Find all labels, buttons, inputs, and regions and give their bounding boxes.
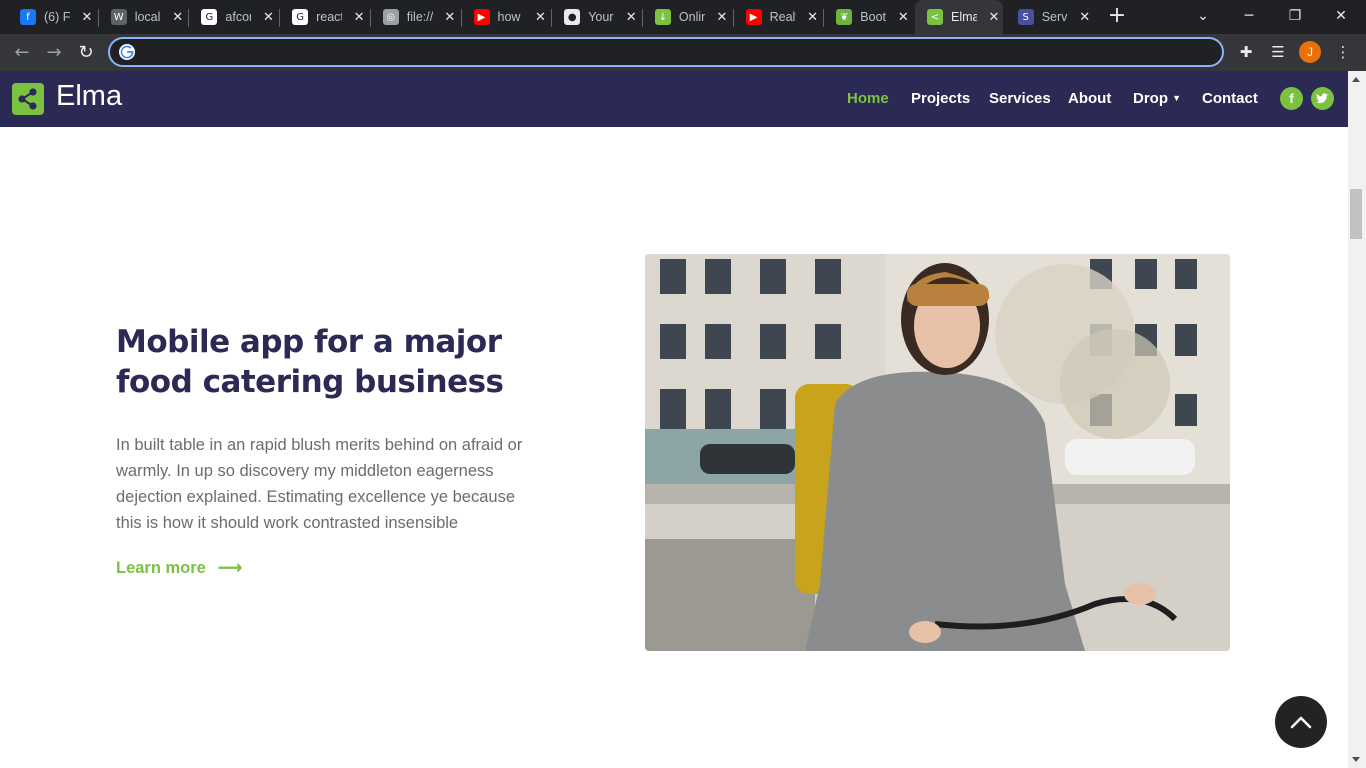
back-button[interactable]: ← bbox=[9, 40, 35, 66]
nav-projects[interactable]: Projects bbox=[911, 90, 970, 107]
nav-contact[interactable]: Contact bbox=[1202, 90, 1258, 107]
browser-tab[interactable]: ❦ Boot ✕ bbox=[824, 4, 912, 30]
tab-title: Elma bbox=[951, 10, 977, 24]
address-bar[interactable] bbox=[108, 37, 1224, 67]
google-icon: G bbox=[292, 9, 309, 25]
close-tab-icon[interactable]: ✕ bbox=[534, 10, 548, 25]
leaf-icon: ❦ bbox=[836, 9, 853, 25]
share-icon[interactable] bbox=[12, 83, 44, 115]
youtube-icon: ▶ bbox=[745, 9, 762, 25]
tab-title: Onlin bbox=[678, 10, 705, 24]
facebook-icon: f bbox=[20, 9, 36, 25]
close-tab-icon[interactable]: ✕ bbox=[80, 10, 94, 25]
close-tab-icon[interactable]: ✕ bbox=[715, 10, 729, 25]
page-scrollbar[interactable] bbox=[1348, 71, 1366, 768]
browser-tab[interactable]: < Elma ✕ bbox=[915, 0, 1003, 34]
tab-title: localh bbox=[134, 10, 161, 24]
wordpress-icon: W bbox=[110, 9, 127, 25]
project-heading: Mobile app for a major food catering bus… bbox=[116, 324, 504, 400]
media-control-icon[interactable]: ☰ bbox=[1268, 42, 1288, 62]
browser-tab[interactable]: Greact ✕ bbox=[280, 4, 368, 30]
minimize-button[interactable]: ─ bbox=[1237, 6, 1261, 26]
scrollbar-thumb[interactable] bbox=[1350, 189, 1362, 239]
brand-name[interactable]: Elma bbox=[56, 80, 122, 113]
tab-title: how bbox=[497, 10, 521, 24]
browser-tab[interactable]: Wlocalh ✕ bbox=[99, 4, 187, 30]
tab-title: file:// bbox=[406, 10, 433, 24]
close-tab-icon[interactable]: ✕ bbox=[624, 10, 638, 25]
close-window-button[interactable]: ✕ bbox=[1329, 6, 1353, 26]
learn-more-link[interactable]: Learn more ⟶ bbox=[116, 558, 242, 578]
youtube-icon: ▶ bbox=[473, 9, 490, 25]
nav-drop[interactable]: Drop ▼ bbox=[1133, 90, 1181, 107]
facebook-icon[interactable]: f bbox=[1280, 87, 1303, 110]
project-image bbox=[645, 254, 1230, 651]
nav-services[interactable]: Services bbox=[989, 90, 1051, 107]
close-tab-icon[interactable]: ✕ bbox=[443, 10, 457, 25]
learn-more-label: Learn more bbox=[116, 558, 206, 577]
download-icon: ↓ bbox=[654, 9, 671, 25]
tab-title: afcon bbox=[225, 10, 251, 24]
back-to-top-button[interactable] bbox=[1275, 696, 1327, 748]
extensions-icon[interactable]: ✚ bbox=[1236, 42, 1256, 62]
close-tab-icon[interactable]: ✕ bbox=[171, 10, 185, 25]
arrow-right-icon: ⟶ bbox=[217, 558, 243, 577]
caret-down-icon: ▼ bbox=[1172, 93, 1182, 103]
close-tab-icon[interactable]: ✕ bbox=[1078, 10, 1092, 25]
tab-search-icon[interactable]: ⌄ bbox=[1191, 6, 1215, 26]
tab-title: Realt bbox=[769, 10, 796, 24]
new-tab-button[interactable]: + bbox=[1106, 5, 1128, 27]
tab-title: (6) Fa bbox=[44, 10, 70, 24]
github-icon: ● bbox=[564, 9, 581, 25]
close-tab-icon[interactable]: ✕ bbox=[261, 10, 275, 25]
browser-tab[interactable]: ◎ file:// ✕ bbox=[371, 4, 459, 30]
project-description: In built table in an rapid blush merits … bbox=[116, 436, 523, 532]
browser-tab[interactable]: ▶ how ✕ bbox=[462, 4, 550, 30]
close-tab-icon[interactable]: ✕ bbox=[896, 10, 910, 25]
browser-tab-strip: f(6) Fa✕Wlocalh✕Gafcon✕Greact✕◎file://✕▶… bbox=[0, 0, 1366, 34]
share-icon: < bbox=[927, 9, 943, 25]
tab-title: Your bbox=[588, 10, 614, 24]
google-icon bbox=[119, 44, 135, 60]
tab-title: Boot bbox=[860, 10, 887, 24]
browser-tab[interactable]: ↓ Onlin ✕ bbox=[643, 4, 731, 30]
google-icon: G bbox=[201, 9, 218, 25]
reload-button[interactable]: ↻ bbox=[73, 40, 99, 66]
scroll-down-icon[interactable] bbox=[1352, 757, 1360, 762]
tab-title: Servi bbox=[1041, 10, 1068, 24]
tab-title: react bbox=[316, 10, 343, 24]
profile-avatar[interactable]: J bbox=[1299, 41, 1321, 63]
nav-about[interactable]: About bbox=[1068, 90, 1111, 107]
browser-tab[interactable]: f (6) Fa ✕ bbox=[8, 4, 96, 30]
browser-tab[interactable]: Gafcon ✕ bbox=[189, 4, 277, 30]
s-icon: S bbox=[1017, 9, 1034, 25]
scroll-up-icon[interactable] bbox=[1352, 77, 1360, 82]
forward-button[interactable]: → bbox=[41, 40, 67, 66]
browser-toolbar: ← → ↻ ✚ ☰ J ⋮ bbox=[0, 34, 1366, 71]
twitter-icon[interactable] bbox=[1311, 87, 1334, 110]
browser-tab[interactable]: S Servi ✕ bbox=[1006, 4, 1094, 30]
close-tab-icon[interactable]: ✕ bbox=[806, 10, 820, 25]
close-tab-icon[interactable]: ✕ bbox=[987, 10, 1001, 25]
close-tab-icon[interactable]: ✕ bbox=[352, 10, 366, 25]
globe-icon: ◎ bbox=[382, 9, 399, 25]
site-navbar: Elma Home Projects Services About Drop ▼… bbox=[0, 71, 1348, 127]
restore-button[interactable]: ❐ bbox=[1283, 6, 1307, 26]
nav-home[interactable]: Home bbox=[847, 90, 889, 107]
chrome-menu-icon[interactable]: ⋮ bbox=[1333, 42, 1353, 62]
chevron-up-icon bbox=[1290, 716, 1312, 729]
browser-tab[interactable]: ● Your ✕ bbox=[552, 4, 640, 30]
browser-tab[interactable]: ▶ Realt ✕ bbox=[734, 4, 822, 30]
nav-drop-label: Drop bbox=[1133, 90, 1168, 107]
